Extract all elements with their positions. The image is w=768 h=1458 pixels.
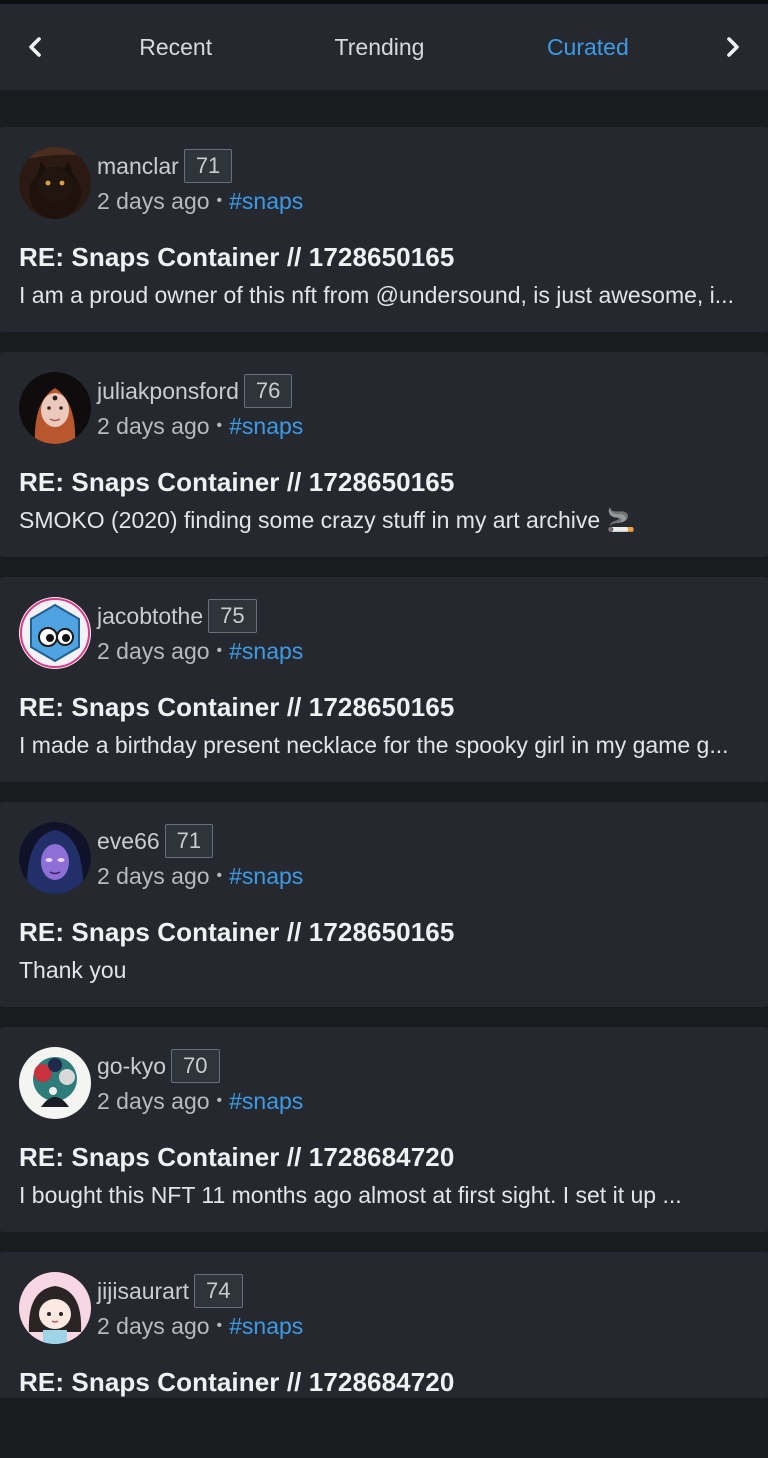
reputation-badge: 71 — [164, 824, 214, 858]
post-header: jijisaurart 74 2 days ago • #snaps — [19, 1272, 749, 1344]
avatar[interactable] — [19, 372, 91, 444]
author-name[interactable]: go-kyo — [97, 1053, 166, 1080]
post-time: 2 days ago — [97, 862, 210, 889]
cartoon-avatar-image — [19, 1272, 91, 1344]
post-title[interactable]: RE: Snaps Container // 1728650165 — [19, 916, 749, 948]
fantasy-portrait-avatar-image — [19, 822, 91, 894]
author-name[interactable]: jacobtothe — [97, 603, 203, 630]
post-excerpt: Thank you — [19, 957, 127, 983]
post-card[interactable]: juliakponsford 76 2 days ago • #snaps RE… — [0, 352, 768, 557]
dice-avatar-image — [19, 597, 91, 669]
reputation-badge: 70 — [171, 1049, 220, 1083]
post-header: manclar 71 2 days ago • #snaps — [19, 147, 749, 219]
cat-avatar-image — [19, 147, 91, 219]
post-title[interactable]: RE: Snaps Container // 1728650165 — [19, 466, 749, 498]
post-card[interactable]: go-kyo 70 2 days ago • #snaps RE: Snaps … — [0, 1027, 768, 1232]
post-feed: manclar 71 2 days ago • #snaps RE: Snaps… — [0, 127, 768, 1418]
avatar[interactable] — [19, 597, 91, 669]
post-tag[interactable]: #snaps — [229, 1313, 303, 1340]
avatar[interactable] — [19, 822, 91, 894]
meta-separator: • — [216, 417, 223, 434]
chevron-left-icon — [29, 37, 41, 57]
author-name[interactable]: juliakponsford — [97, 378, 239, 405]
tab-trending[interactable]: Trending — [329, 24, 431, 71]
portrait-avatar-image — [19, 372, 91, 444]
post-tag[interactable]: #snaps — [229, 413, 303, 440]
post-card[interactable]: eve66 71 2 days ago • #snaps RE: Snaps C… — [0, 802, 768, 1007]
meta-separator: • — [216, 192, 223, 209]
reputation-badge: 74 — [194, 1274, 243, 1308]
post-title[interactable]: RE: Snaps Container // 1728650165 — [19, 241, 749, 273]
meta-separator: • — [216, 642, 223, 659]
post-tag[interactable]: #snaps — [229, 863, 303, 890]
post-tag[interactable]: #snaps — [229, 638, 303, 665]
tabs: Recent Trending Curated — [70, 24, 698, 71]
author-name[interactable]: manclar — [97, 153, 179, 180]
reputation-badge: 76 — [243, 374, 293, 408]
meta-separator: • — [216, 867, 223, 884]
post-header: juliakponsford 76 2 days ago • #snaps — [19, 372, 749, 444]
post-card[interactable]: jacobtothe 75 2 days ago • #snaps RE: Sn… — [0, 577, 768, 782]
post-tag[interactable]: #snaps — [229, 1088, 303, 1115]
post-time: 2 days ago — [97, 1312, 210, 1339]
post-excerpt: I made a birthday present necklace for t… — [19, 732, 729, 758]
post-title[interactable]: RE: Snaps Container // 1728684720 — [19, 1141, 749, 1173]
author-name[interactable]: eve66 — [97, 828, 160, 855]
feed-tab-bar: Recent Trending Curated — [0, 4, 768, 90]
post-time: 2 days ago — [97, 637, 210, 664]
chevron-right-icon — [727, 37, 739, 57]
avatar[interactable] — [19, 147, 91, 219]
avatar[interactable] — [19, 1047, 91, 1119]
author-name[interactable]: jijisaurart — [97, 1278, 189, 1305]
post-card[interactable]: manclar 71 2 days ago • #snaps RE: Snaps… — [0, 127, 768, 332]
post-time: 2 days ago — [97, 412, 210, 439]
post-header: eve66 71 2 days ago • #snaps — [19, 822, 749, 894]
reputation-badge: 71 — [183, 149, 233, 183]
post-time: 2 days ago — [97, 187, 210, 214]
post-card[interactable]: jijisaurart 74 2 days ago • #snaps RE: S… — [0, 1252, 768, 1398]
post-tag[interactable]: #snaps — [229, 188, 303, 215]
post-header: go-kyo 70 2 days ago • #snaps — [19, 1047, 749, 1119]
tab-curated[interactable]: Curated — [541, 24, 635, 71]
tab-recent[interactable]: Recent — [133, 24, 218, 71]
reputation-badge: 75 — [208, 599, 257, 633]
artwork-avatar-image — [19, 1047, 91, 1119]
post-title[interactable]: RE: Snaps Container // 1728650165 — [19, 691, 749, 723]
tab-scroll-prev-button[interactable] — [0, 4, 70, 90]
post-excerpt: SMOKO (2020) finding some crazy stuff in… — [19, 507, 636, 533]
meta-separator: • — [216, 1092, 223, 1109]
post-header: jacobtothe 75 2 days ago • #snaps — [19, 597, 749, 669]
post-title[interactable]: RE: Snaps Container // 1728684720 — [19, 1366, 749, 1398]
tab-scroll-next-button[interactable] — [698, 4, 768, 90]
meta-separator: • — [216, 1317, 223, 1334]
post-excerpt: I am a proud owner of this nft from @und… — [19, 282, 734, 308]
post-excerpt: I bought this NFT 11 months ago almost a… — [19, 1182, 682, 1208]
avatar[interactable] — [19, 1272, 91, 1344]
post-time: 2 days ago — [97, 1087, 210, 1114]
